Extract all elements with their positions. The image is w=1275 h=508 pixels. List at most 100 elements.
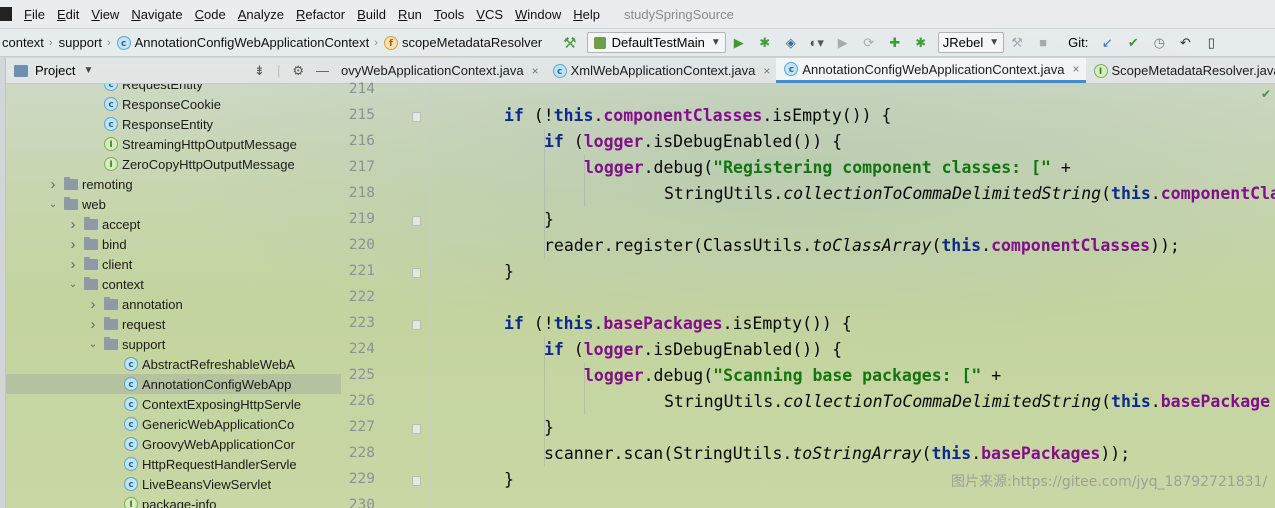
git-update-icon[interactable]: ↙ (1099, 35, 1115, 51)
tree-item-label: client (102, 256, 133, 272)
code-line: StringUtils.collectionToCommaDelimitedSt… (664, 181, 1275, 207)
tree-item[interactable]: c AbstractRefreshableWebA (6, 354, 341, 374)
menu-window[interactable]: Window (509, 7, 567, 22)
code-token: this (941, 236, 982, 255)
fold-marker-icon[interactable] (412, 424, 421, 434)
interface-icon: I (1093, 63, 1108, 78)
chevron-right-icon[interactable]: › (66, 216, 80, 233)
editor-tab[interactable]: c AnnotationConfigWebApplicationContext.j… (776, 58, 1086, 83)
editor-tab[interactable]: I ScopeMetadataResolver.java (1086, 58, 1275, 83)
rebel-debug-icon[interactable]: ✱ (913, 35, 929, 51)
tree-item[interactable]: Ipackage-info (6, 494, 341, 508)
tree-item[interactable]: › accept (6, 214, 341, 234)
tree-item[interactable]: ⌄ support (6, 334, 341, 354)
gear-icon[interactable]: ⚙ (292, 63, 304, 79)
menu-vcs[interactable]: VCS (470, 7, 509, 22)
code-editor[interactable]: if (!this.componentClasses.isEmpty()) {i… (432, 84, 1275, 508)
chevron-down-icon[interactable]: ▼ (83, 65, 93, 76)
tree-item[interactable]: c GenericWebApplicationCo (6, 414, 341, 434)
menu-help[interactable]: Help (567, 7, 606, 22)
breadcrumb-support[interactable]: support (57, 35, 105, 50)
menu-run[interactable]: Run (392, 7, 428, 22)
close-icon[interactable]: × (1072, 62, 1079, 76)
rebel-deploy-icon[interactable]: ✚ (887, 35, 903, 51)
tree-item[interactable]: c ContextExposingHttpServle (6, 394, 341, 414)
tree-item[interactable]: ⌄ web (6, 194, 341, 214)
fold-marker-icon[interactable] (412, 320, 421, 330)
chevron-down-icon[interactable]: ⌄ (86, 339, 100, 350)
git-rollback-icon[interactable]: ↶ (1177, 35, 1193, 51)
fold-marker-icon[interactable] (412, 476, 421, 486)
editor-tab[interactable]: c XmlWebApplicationContext.java × (545, 58, 777, 83)
chevron-right-icon[interactable]: › (66, 256, 80, 273)
tree-item[interactable]: I ZeroCopyHttpOutputMessage (6, 154, 341, 174)
collapse-all-icon[interactable]: ⇟ (254, 63, 265, 79)
breadcrumb-class[interactable]: c AnnotationConfigWebApplicationContext (115, 35, 373, 50)
tree-item[interactable]: › request (6, 314, 341, 334)
tree-item[interactable]: c ResponseCookie (6, 94, 341, 114)
tree-item[interactable]: ⌄ context (6, 274, 341, 294)
menu-tools[interactable]: Tools (428, 7, 470, 22)
overflow-icon[interactable]: ▯ (1203, 35, 1219, 51)
tree-item[interactable]: › client (6, 254, 341, 274)
tree-item[interactable]: I StreamingHttpOutputMessage (6, 134, 341, 154)
git-commit-icon[interactable]: ✔ (1125, 35, 1141, 51)
tree-item[interactable]: › bind (6, 234, 341, 254)
tree-item-label: bind (102, 236, 127, 252)
coverage-shield-icon[interactable]: ◈ (783, 35, 799, 51)
fold-marker-icon[interactable] (412, 216, 421, 226)
chevron-right-icon[interactable]: › (66, 236, 80, 253)
menu-refactor[interactable]: Refactor (290, 7, 351, 22)
tree-item[interactable]: c RequestEntity (6, 84, 341, 94)
code-token: ( (1101, 184, 1112, 203)
close-icon[interactable]: × (763, 64, 770, 78)
tree-item[interactable]: c ResponseEntity (6, 114, 341, 134)
debug-bug-icon[interactable]: ✱ (757, 35, 773, 51)
chevron-right-icon[interactable]: › (86, 296, 100, 313)
menu-edit[interactable]: Edit (51, 7, 85, 22)
code-token: basePackage (1160, 392, 1271, 411)
minimize-icon[interactable]: — (316, 63, 329, 78)
close-icon[interactable]: × (532, 64, 539, 78)
jrebel-select[interactable]: JRebel ▼ (937, 32, 1005, 53)
chevron-down-icon[interactable]: ⌄ (66, 279, 80, 290)
fold-marker-icon[interactable] (412, 112, 421, 122)
tree-item[interactable]: c GroovyWebApplicationCor (6, 434, 341, 454)
run-configuration-select[interactable]: DefaultTestMain ▼ (586, 32, 726, 53)
menu-view[interactable]: View (85, 7, 125, 22)
build-hammer-icon[interactable]: ⚒ (563, 34, 576, 52)
chevron-down-icon: ▼ (989, 37, 1000, 48)
menu-navigate[interactable]: Navigate (125, 7, 188, 22)
menu-analyze[interactable]: Analyze (232, 7, 290, 22)
tree-item[interactable]: c HttpRequestHandlerServle (6, 454, 341, 474)
code-token: .isDebugEnabled()) { (643, 132, 843, 151)
run-config-icon (593, 36, 606, 49)
project-panel-title[interactable]: Project (35, 63, 75, 78)
breadcrumb-field[interactable]: f scopeMetadataResolver (382, 35, 545, 50)
editor-tab[interactable]: ovyWebApplicationContext.java × (341, 58, 545, 83)
attach-icon[interactable]: ⟳ (861, 35, 877, 51)
menu-file[interactable]: File (18, 7, 51, 22)
tree-item[interactable]: › remoting (6, 174, 341, 194)
fold-marker-icon[interactable] (412, 268, 421, 278)
breadcrumb-context[interactable]: context (0, 35, 47, 50)
git-history-icon[interactable]: ◷ (1151, 35, 1167, 51)
profile-icon[interactable]: ◐▾ (809, 35, 825, 51)
rebel-run-icon[interactable]: ▶ (835, 35, 851, 51)
chevron-right-icon[interactable]: › (46, 176, 60, 193)
menu-code[interactable]: Code (189, 7, 232, 22)
line-number: 224 (348, 341, 375, 357)
tree-item-label: ResponseEntity (122, 116, 214, 132)
code-token: this (1111, 184, 1151, 203)
tree-item-label: support (122, 336, 166, 352)
hammer-gray-icon[interactable]: ⚒ (1009, 35, 1025, 51)
code-token: } (504, 470, 514, 489)
chevron-down-icon[interactable]: ⌄ (46, 199, 60, 210)
chevron-right-icon[interactable]: › (86, 316, 100, 333)
stop-icon[interactable]: ■ (1035, 35, 1051, 51)
tree-item[interactable]: c AnnotationConfigWebApp (6, 374, 341, 394)
menu-build[interactable]: Build (351, 7, 392, 22)
run-icon[interactable]: ▶ (731, 35, 747, 51)
tree-item[interactable]: c LiveBeansViewServlet (6, 474, 341, 494)
tree-item[interactable]: › annotation (6, 294, 341, 314)
